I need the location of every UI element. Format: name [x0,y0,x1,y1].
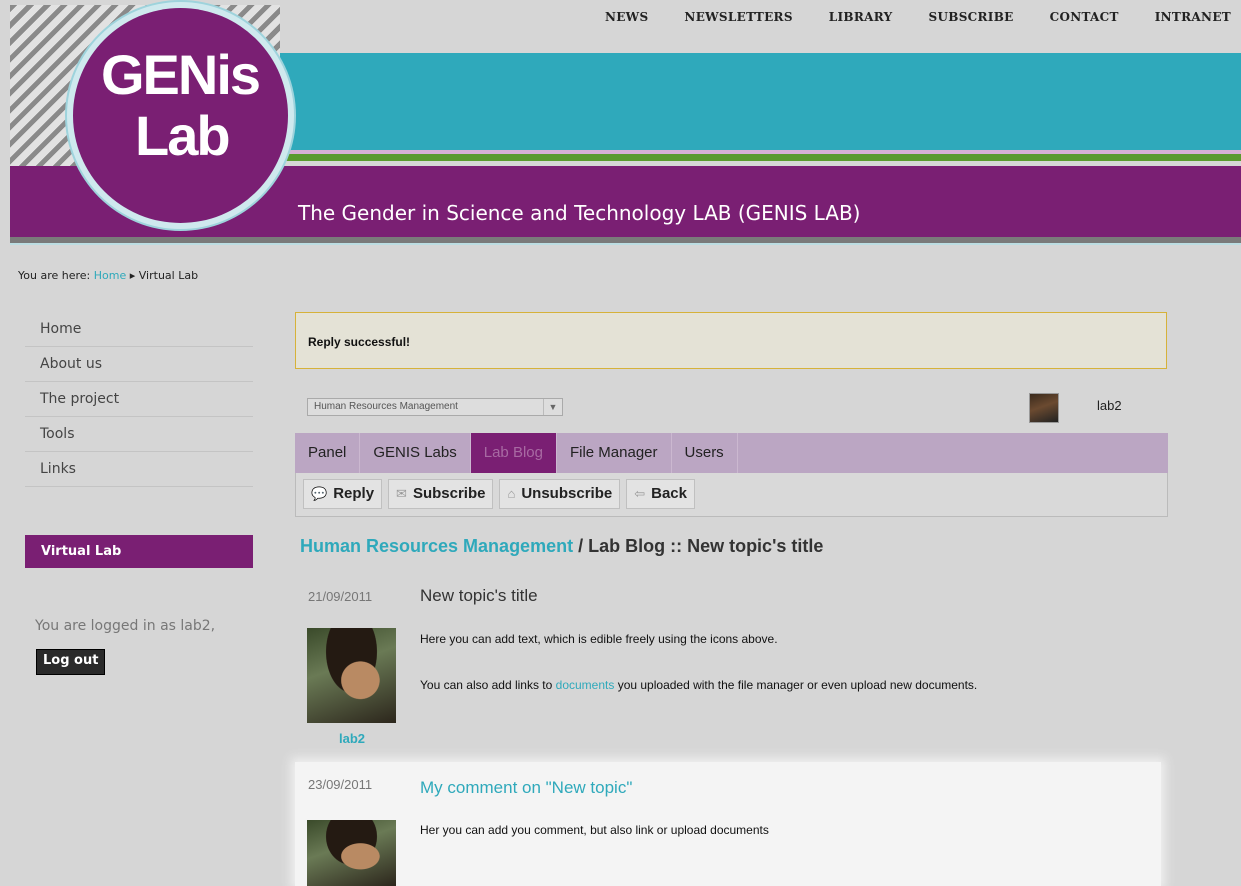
subscribe-button[interactable]: ✉ Subscribe [388,479,494,509]
lab-select-dropdown[interactable]: Human Resources Management ▼ [307,398,563,416]
nav-news[interactable]: NEWS [605,10,648,24]
sidebar-item-links[interactable]: Links [25,452,253,487]
reply-icon: 💬 [311,486,328,501]
user-avatar[interactable] [1029,393,1059,423]
lab-select-value: Human Resources Management [314,401,458,412]
breadcrumb-prefix: You are here: [18,269,91,282]
breadcrumb-current: Virtual Lab [138,269,199,282]
breadcrumb-separator-icon: ▸ [129,269,136,282]
post-date: 21/09/2011 [308,589,373,604]
comment-title[interactable]: My comment on "New topic" [420,778,632,798]
back-label: Back [651,485,687,502]
documents-link[interactable]: documents [556,678,615,692]
back-button[interactable]: ⇦ Back [626,479,695,509]
comment-author-avatar[interactable] [307,820,396,886]
post-author[interactable]: lab2 [339,731,365,746]
tab-lab-blog[interactable]: Lab Blog [470,433,557,473]
post-title: New topic's title [420,586,538,605]
unsubscribe-button[interactable]: ⌂ Unsubscribe [499,479,621,509]
mail-icon: ✉ [396,486,407,501]
tab-file-manager[interactable]: File Manager [557,433,672,473]
header-teal-band [280,53,1241,150]
sidebar-section-virtual-lab[interactable]: Virtual Lab [25,535,253,568]
topic-heading: Human Resources Management / Lab Blog ::… [300,536,823,557]
success-message: Reply successful! [295,312,1167,369]
heading-rest: / Lab Blog :: New topic's title [573,536,824,556]
heading-lab-link[interactable]: Human Resources Management [300,536,573,556]
sidebar-item-home[interactable]: Home [25,313,253,347]
breadcrumb: You are here: Home ▸ Virtual Lab [18,269,198,282]
header-teal-line [10,243,1241,245]
genis-lab-logo[interactable]: GENis Lab [73,8,288,223]
chevron-down-icon: ▼ [543,399,562,415]
top-navigation: NEWS NEWSLETTERS LIBRARY SUBSCRIBE CONTA… [569,10,1231,24]
site-header: GENis Lab The Gender in Science and Tech… [10,5,1241,248]
logout-button[interactable]: Log out [36,649,106,675]
post-text-pre: You can also add links to [420,678,556,692]
logged-in-text: You are logged in as lab2, [35,618,216,634]
site-title: The Gender in Science and Technology LAB… [298,201,861,225]
reply-button[interactable]: 💬 Reply [303,479,383,509]
open-mail-icon: ⌂ [507,486,516,501]
breadcrumb-home-link[interactable]: Home [94,269,126,282]
sidebar-item-about-us[interactable]: About us [25,347,253,382]
comment-text: Her you can add you comment, but also li… [420,823,769,837]
user-name[interactable]: lab2 [1097,398,1122,413]
post-text-line1: Here you can add text, which is edible f… [420,632,778,646]
header-green-line [280,154,1241,161]
post-text-post: you uploaded with the file manager or ev… [614,678,978,692]
tab-users[interactable]: Users [672,433,738,473]
nav-contact[interactable]: CONTACT [1050,10,1119,24]
nav-library[interactable]: LIBRARY [829,10,893,24]
tab-genis-labs[interactable]: GENIS Labs [360,433,471,473]
reply-label: Reply [333,485,375,502]
back-arrow-icon: ⇦ [634,486,646,501]
tab-bar: Panel GENIS Labs Lab Blog File Manager U… [295,433,1168,473]
post-text-line2: You can also add links to documents you … [420,678,977,692]
unsubscribe-label: Unsubscribe [521,485,613,502]
author-avatar[interactable] [307,628,396,723]
logo-text-line1: GENis [101,43,261,106]
logo-text-line2: Lab [135,104,231,167]
sidebar-item-tools[interactable]: Tools [25,417,253,452]
nav-intranet[interactable]: INTRANET [1155,10,1231,24]
comment-date: 23/09/2011 [308,777,373,792]
nav-subscribe[interactable]: SUBSCRIBE [929,10,1014,24]
nav-newsletters[interactable]: NEWSLETTERS [684,10,792,24]
sidebar-item-the-project[interactable]: The project [25,382,253,417]
sidebar-menu: Home About us The project Tools Links [25,313,253,487]
subscribe-label: Subscribe [412,485,486,502]
action-toolbar: 💬 Reply ✉ Subscribe ⌂ Unsubscribe ⇦ Back [295,473,1168,517]
tab-panel[interactable]: Panel [295,433,361,473]
